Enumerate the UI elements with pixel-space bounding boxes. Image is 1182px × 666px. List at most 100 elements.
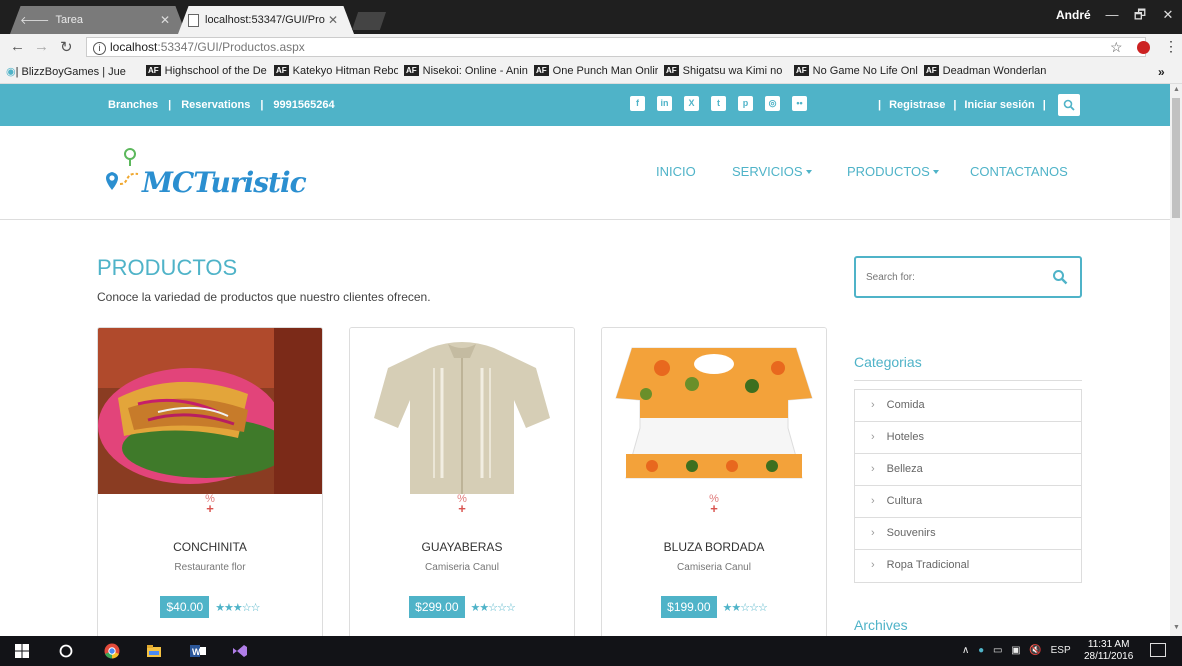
scroll-down-icon[interactable]: ▼ [1173, 624, 1180, 631]
product-name[interactable]: CONCHINITA [98, 540, 322, 554]
nav-contactanos[interactable]: CONTACTANOS [970, 164, 1068, 179]
category-item-cultura[interactable]: › Cultura [855, 486, 1081, 518]
bookmark-item[interactable]: AF Katekyo Hitman Rebo [274, 65, 398, 77]
scroll-up-icon[interactable]: ▲ [1173, 86, 1180, 93]
new-tab-button[interactable] [352, 12, 386, 30]
extension-icon[interactable] [1137, 41, 1150, 54]
search-input[interactable] [866, 268, 1036, 286]
tab-tarea[interactable]: 🡐 Tarea ✕ [10, 6, 186, 34]
minimize-button[interactable]: — [1098, 6, 1126, 24]
sidebar-search [854, 256, 1082, 298]
chevron-right-icon: › [871, 495, 875, 507]
login-link[interactable]: Iniciar sesión [964, 99, 1034, 111]
restore-button[interactable]: 🗗 [1126, 6, 1154, 24]
windows-start-icon[interactable] [14, 643, 30, 659]
tab-productos[interactable]: localhost:53347/GUI/Pro ✕ [178, 6, 354, 34]
visual-studio-icon[interactable] [232, 643, 248, 659]
nav-inicio[interactable]: INICIO [656, 164, 696, 179]
close-tab-icon[interactable]: ✕ [160, 13, 170, 27]
topbar-search-button[interactable] [1058, 94, 1080, 116]
category-item-belleza[interactable]: › Belleza [855, 454, 1081, 486]
bookmark-item[interactable]: AF Deadman Wonderlan [924, 65, 1048, 77]
language-indicator[interactable]: ESP [1051, 645, 1071, 656]
flickr-icon[interactable]: •• [792, 96, 807, 111]
product-link[interactable]: % + [602, 494, 826, 516]
scroll-thumb[interactable] [1172, 98, 1180, 218]
battery-icon[interactable]: ▭ [993, 645, 1002, 656]
register-link[interactable]: Registrase [889, 99, 945, 111]
back-icon[interactable]: ← [10, 38, 25, 55]
product-vendor: Camiseria Canul [677, 562, 751, 573]
bookmark-item[interactable]: ◉| BlizzBoyGames | Jue [6, 65, 144, 78]
menu-icon[interactable]: ⋮ [1164, 38, 1178, 55]
page-scrollbar[interactable]: ▲ ▼ [1170, 84, 1182, 636]
profile-button[interactable]: André [1056, 8, 1091, 22]
caret-down-icon [932, 170, 939, 174]
archives-heading: Archives [854, 617, 908, 633]
site-logo[interactable]: MCTuristic [100, 144, 307, 202]
info-icon[interactable]: i [93, 42, 106, 55]
bookmarks-bar: ◉| BlizzBoyGames | Jue AF Highschool of t… [0, 60, 1182, 84]
nav-productos[interactable]: PRODUCTOS [847, 164, 939, 179]
site-topbar: Branches | Reservations | 9991565264 f in X … [0, 84, 1170, 126]
forward-icon[interactable]: → [34, 38, 49, 55]
reload-icon[interactable]: ↻ [60, 38, 73, 56]
bookmark-item[interactable]: AF Highschool of the De [146, 65, 270, 77]
bookmark-star-icon[interactable]: ☆ [1110, 39, 1123, 56]
instagram-icon[interactable]: ◎ [765, 96, 780, 111]
divider [854, 380, 1082, 381]
cortana-icon[interactable] [58, 643, 74, 659]
bookmark-item[interactable]: AF Shigatsu wa Kimi no [664, 65, 788, 77]
chevron-right-icon: › [871, 463, 875, 475]
category-item-souvenirs[interactable]: › Souvenirs [855, 518, 1081, 550]
browser-tabstrip: 🡐 Tarea ✕ localhost:53347/GUI/Pro ✕ Andr… [0, 0, 1182, 34]
branches-link[interactable]: Branches [108, 99, 158, 111]
volume-muted-icon[interactable]: 🔇 [1029, 645, 1041, 656]
category-item-hoteles[interactable]: › Hoteles [855, 422, 1081, 454]
notifications-icon[interactable] [1150, 643, 1166, 657]
chevron-right-icon: › [871, 527, 875, 539]
word-icon[interactable]: W [190, 643, 206, 659]
chevron-right-icon: › [871, 559, 875, 571]
clock[interactable]: 11:31 AM 28/11/2016 [1084, 639, 1133, 663]
product-image-guayabera[interactable] [350, 328, 574, 494]
close-window-button[interactable]: ✕ [1154, 6, 1182, 24]
network-icon[interactable]: ▣ [1011, 645, 1020, 656]
product-card[interactable]: % + CONCHINITA Restaurante flor $40.00 ★★… [97, 327, 323, 647]
svg-text:W: W [192, 647, 201, 657]
bookmark-item[interactable]: AF No Game No Life Onl [794, 65, 918, 77]
file-explorer-icon[interactable] [146, 643, 162, 659]
address-bar-row: ← → ↻ i localhost:53347/GUI/Productos.asp… [0, 34, 1182, 60]
close-tab-icon[interactable]: ✕ [328, 13, 338, 27]
bookmark-item[interactable]: AF Nisekoi: Online - Anin [404, 65, 528, 77]
search-icon[interactable] [1052, 269, 1068, 285]
product-name[interactable]: GUAYABERAS [350, 540, 574, 554]
linkedin-icon[interactable]: in [657, 96, 672, 111]
chevron-up-icon[interactable]: ∧ [962, 645, 969, 656]
xing-icon[interactable]: X [684, 96, 699, 111]
product-card[interactable]: % + BLUZA BORDADA Camiseria Canul $199.0… [601, 327, 827, 647]
reservations-link[interactable]: Reservations [181, 99, 250, 111]
product-image-cochinita[interactable] [98, 328, 322, 494]
url-field[interactable]: i localhost:53347/GUI/Productos.aspx [86, 37, 1146, 57]
nav-label: SERVICIOS [732, 164, 803, 179]
category-item-ropa-tradicional[interactable]: › Ropa Tradicional [855, 550, 1081, 582]
product-card[interactable]: % + GUAYABERAS Camiseria Canul $299.00 ★★… [349, 327, 575, 647]
category-item-comida[interactable]: › Comida [855, 390, 1081, 422]
bookmarks-overflow[interactable]: » [1158, 65, 1165, 79]
system-tray: ∧ ● ▭ ▣ 🔇 ESP [962, 645, 1071, 656]
nav-servicios[interactable]: SERVICIOS [732, 164, 812, 179]
product-link[interactable]: % + [98, 494, 322, 516]
product-link[interactable]: % + [350, 494, 574, 516]
bookmark-item[interactable]: AF One Punch Man Onlir [534, 65, 658, 77]
twitter-icon[interactable]: t [711, 96, 726, 111]
social-links: f in X t p ◎ •• [630, 96, 807, 111]
logo-text: MCTuristic [142, 166, 307, 199]
product-vendor: Restaurante flor [174, 562, 246, 573]
pinterest-icon[interactable]: p [738, 96, 753, 111]
product-image-blusa[interactable] [602, 328, 826, 494]
facebook-icon[interactable]: f [630, 96, 645, 111]
chrome-icon[interactable] [104, 643, 120, 659]
product-name[interactable]: BLUZA BORDADA [602, 540, 826, 554]
app-tray-icon[interactable]: ● [978, 645, 984, 656]
